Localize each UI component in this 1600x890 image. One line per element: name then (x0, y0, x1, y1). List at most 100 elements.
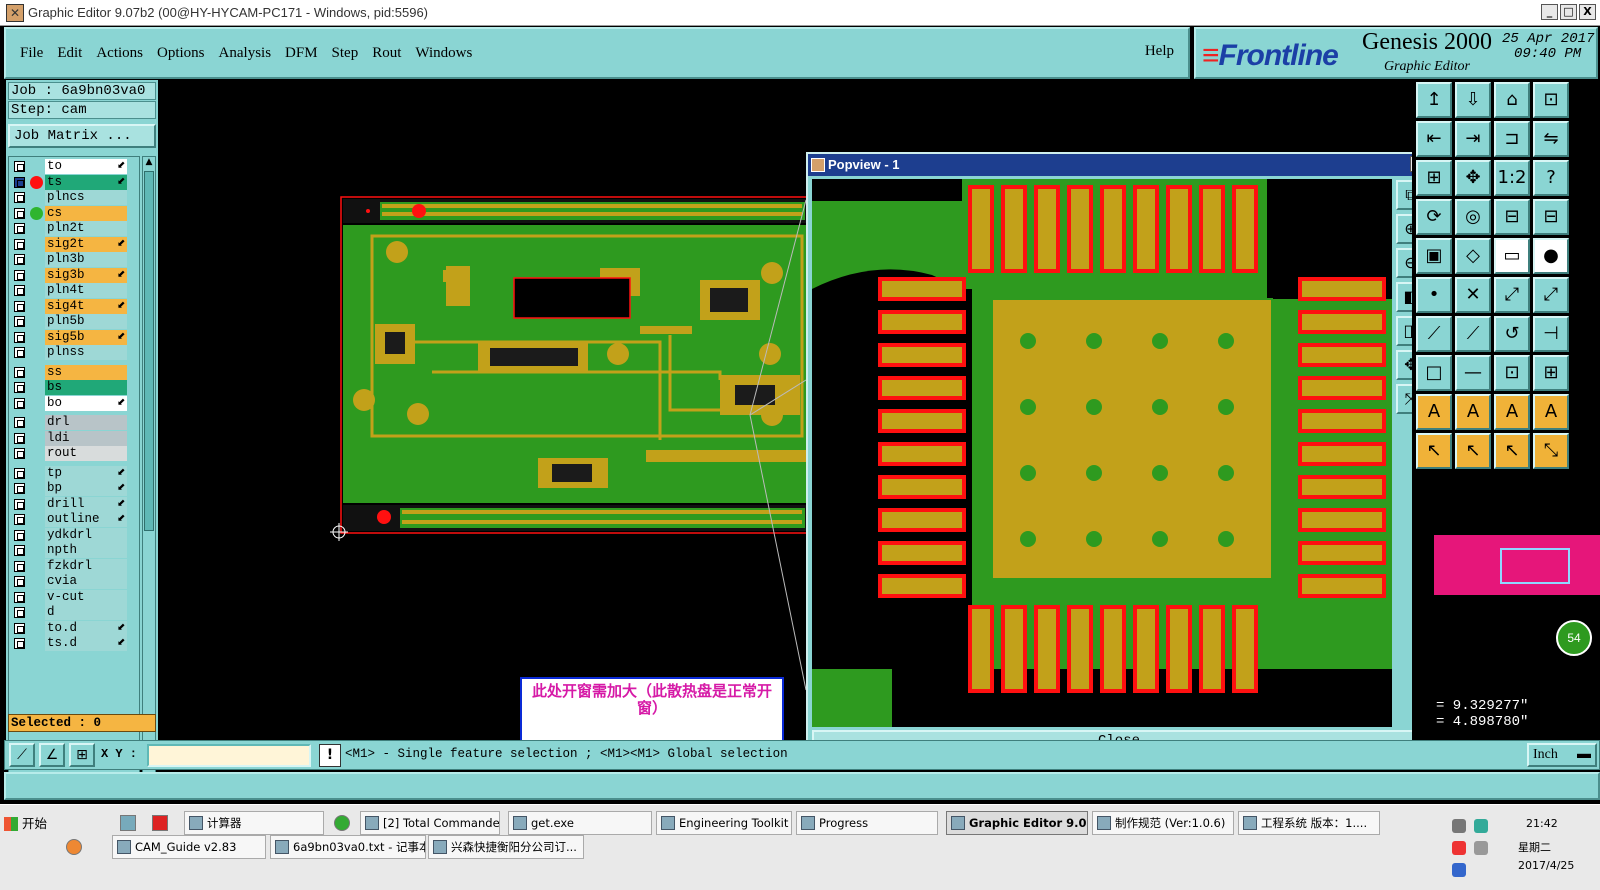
layer-context-icon[interactable]: ⬋ (117, 637, 139, 649)
rect-icon[interactable]: □ (1416, 355, 1452, 391)
layer-checkbox[interactable] (14, 192, 25, 203)
taskbar-item[interactable]: Progress (796, 811, 938, 835)
layer-row-sig3b[interactable]: sig3b ⬋ (9, 267, 139, 283)
layer-row-rout[interactable]: rout (9, 446, 139, 461)
layer-name[interactable]: sig2t (45, 236, 127, 252)
snap-icon[interactable]: ⊡ (1494, 355, 1530, 391)
browser-icon[interactable] (334, 815, 350, 831)
minimize-button[interactable]: _ (1541, 4, 1558, 20)
frame-icon[interactable]: ⊡ (1533, 82, 1569, 118)
layer-checkbox[interactable] (14, 622, 25, 634)
layer-row-bp[interactable]: bp ⬋ (9, 481, 139, 496)
layer-checkbox[interactable] (14, 223, 25, 234)
xy-input[interactable] (147, 744, 311, 767)
title-bar[interactable]: ✕ Graphic Editor 9.07b2 (00@HY-HYCAM-PC1… (0, 0, 1600, 26)
scroll-up-icon[interactable]: ▲ (143, 157, 155, 169)
layer-name[interactable]: outline (45, 512, 127, 527)
layer-name[interactable]: sig3b (45, 267, 127, 283)
taskbar-item[interactable]: 计算器 (184, 811, 324, 835)
taskbar-item[interactable]: Graphic Editor 9.07... (946, 811, 1088, 835)
layer-name[interactable]: ydkdrl (45, 527, 127, 543)
layer-checkbox[interactable] (14, 417, 25, 428)
dot-icon[interactable]: ● (1533, 238, 1569, 274)
menu-step[interactable]: Step (332, 43, 359, 64)
tray-volume-icon[interactable] (1474, 841, 1488, 855)
layer-name[interactable]: pln5b (45, 314, 127, 329)
layer-name[interactable]: cvia (45, 574, 127, 589)
annotation-note[interactable]: 此处开窗需加大（此散热盘是正常开窗） (520, 677, 784, 740)
layer-row-v-cut[interactable]: v-cut (9, 589, 139, 605)
layer-name[interactable]: pln4t (45, 283, 127, 298)
layer-checkbox[interactable] (14, 432, 25, 444)
ratio-icon[interactable]: 1:2 (1494, 160, 1530, 196)
layer-checkbox[interactable] (14, 254, 25, 265)
layer-context-icon[interactable]: ⬋ (117, 331, 139, 343)
layer-row-cvia[interactable]: cvia (9, 574, 139, 589)
line-alt-icon[interactable]: ⤢ (1533, 277, 1569, 313)
layer-checkbox[interactable] (14, 448, 25, 459)
layer-name[interactable]: bs (45, 380, 127, 395)
layer-display-dot[interactable] (30, 206, 43, 220)
job-matrix-button[interactable]: Job Matrix ... (8, 124, 156, 148)
undo-icon[interactable]: ↺ (1494, 316, 1530, 352)
layer-checkbox[interactable] (14, 514, 25, 525)
layer-checkbox[interactable] (14, 397, 25, 409)
layer-row-plnss[interactable]: plnss (9, 345, 139, 360)
rotate-icon[interactable]: ⟳ (1416, 199, 1452, 235)
text-icon[interactable]: A (1416, 394, 1452, 430)
layer-context-icon[interactable]: ⬋ (117, 238, 139, 250)
layer-display-dot[interactable] (30, 175, 43, 189)
layer-checkbox[interactable] (14, 498, 25, 510)
layer-name[interactable]: tp (45, 465, 127, 481)
layer-checkbox[interactable] (14, 638, 25, 649)
layer-name[interactable]: ts (45, 174, 127, 190)
quicklaunch-1-icon[interactable] (120, 815, 136, 831)
taskbar-item[interactable]: 兴森快捷衡阳分公司订... (428, 835, 584, 859)
layer-checkbox[interactable] (14, 300, 25, 312)
layer-row-sig5b[interactable]: sig5b ⬋ (9, 329, 139, 345)
download-icon[interactable]: ⇩ (1455, 82, 1491, 118)
layer-name[interactable]: d (45, 605, 127, 620)
taskbar-item[interactable]: 制作规范 (Ver:1.0.6) (1092, 811, 1234, 835)
pads-alt-icon[interactable]: ⊟ (1533, 199, 1569, 235)
layer-checkbox[interactable] (14, 545, 25, 556)
layer-row-outline[interactable]: outline ⬋ (9, 512, 139, 527)
cross-icon[interactable]: ✕ (1455, 277, 1491, 313)
text-c-icon[interactable]: A (1533, 394, 1569, 430)
layer-name[interactable]: ss (45, 364, 127, 380)
layer-context-icon[interactable]: ⬋ (117, 300, 139, 312)
taskbar-item[interactable]: [2] Total Commander ... (360, 811, 500, 835)
text-b-icon[interactable]: A (1494, 394, 1530, 430)
layer-row-ss[interactable]: ss (9, 364, 139, 380)
layer-name[interactable]: bp (45, 481, 127, 496)
layer-checkbox[interactable] (14, 238, 25, 250)
ruler-icon[interactable]: ▭ (1494, 238, 1530, 274)
menu-file[interactable]: File (20, 43, 43, 64)
menu-analysis[interactable]: Analysis (219, 43, 272, 64)
move-icon[interactable]: ✥ (1455, 160, 1491, 196)
maximize-button[interactable]: □ (1560, 4, 1577, 20)
layer-name[interactable]: rout (45, 446, 127, 461)
scroll-thumb[interactable] (144, 171, 154, 531)
command-alert-button[interactable]: ! (319, 744, 341, 767)
layer-context-icon[interactable]: ⬋ (117, 622, 139, 634)
target-icon[interactable]: ◎ (1455, 199, 1491, 235)
diamond-icon[interactable]: ◇ (1455, 238, 1491, 274)
layer-row-pln2t[interactable]: pln2t (9, 221, 139, 236)
layer-context-icon[interactable]: ⬋ (117, 160, 139, 172)
layer-row-tp[interactable]: tp ⬋ (9, 465, 139, 481)
bracket-icon[interactable]: ⊐ (1494, 121, 1530, 157)
layer-checkbox[interactable] (14, 269, 25, 281)
layer-checkbox[interactable] (14, 382, 25, 393)
layer-row-ts[interactable]: ts ⬋ (9, 174, 139, 190)
layer-checkbox[interactable] (14, 207, 25, 219)
slash-icon[interactable]: ⟋ (1416, 316, 1452, 352)
layer-row-pln3b[interactable]: pln3b (9, 252, 139, 267)
layer-checkbox[interactable] (14, 316, 25, 327)
layer-checkbox[interactable] (14, 347, 25, 358)
layer-checkbox[interactable] (14, 366, 25, 378)
pointer-alt-icon[interactable]: ↖ (1455, 433, 1491, 469)
text-alt-icon[interactable]: A (1455, 394, 1491, 430)
slash-alt-icon[interactable]: ⟋ (1455, 316, 1491, 352)
layer-row-d[interactable]: d (9, 605, 139, 620)
